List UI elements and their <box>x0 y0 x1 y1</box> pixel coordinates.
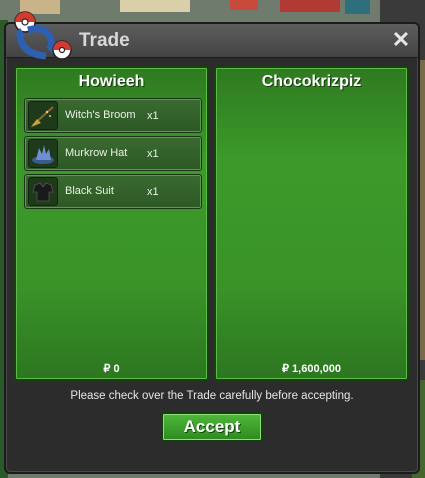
left-trade-panel: Howieeh Witch's Broom x1 Murkrow Hat x1 … <box>14 66 209 381</box>
trade-item[interactable]: Black Suit x1 <box>24 174 202 209</box>
broom-icon <box>28 101 58 130</box>
item-name: Murkrow Hat <box>65 147 128 159</box>
item-name: Black Suit <box>65 185 114 197</box>
accept-button[interactable]: Accept <box>161 412 263 442</box>
trade-notice: Please check over the Trade carefully be… <box>70 390 354 402</box>
window-title: Trade <box>79 30 130 51</box>
money-amount: ₽ 0 <box>103 363 120 375</box>
trade-window: Trade ✕ Howieeh Witch's Broom x1 Murkrow… <box>4 11 420 474</box>
item-name: Witch's Broom <box>65 109 136 121</box>
close-icon[interactable]: ✕ <box>390 29 412 51</box>
suit-icon <box>28 177 58 206</box>
trade-item[interactable]: Murkrow Hat x1 <box>24 136 202 171</box>
right-trade-panel: Chocokrizpiz ₽ 1,600,000 <box>214 66 409 381</box>
trade-logo-icon <box>14 11 72 60</box>
money-amount: ₽ 1,600,000 <box>282 363 341 375</box>
player-name: Howieeh <box>78 73 145 90</box>
player-name: Chocokrizpiz <box>261 73 362 90</box>
hat-icon <box>28 139 58 168</box>
item-quantity: x1 <box>147 110 159 122</box>
item-quantity: x1 <box>147 186 159 198</box>
trade-item[interactable]: Witch's Broom x1 <box>24 98 202 133</box>
item-quantity: x1 <box>147 148 159 160</box>
item-list: Witch's Broom x1 Murkrow Hat x1 Black Su… <box>24 98 202 212</box>
